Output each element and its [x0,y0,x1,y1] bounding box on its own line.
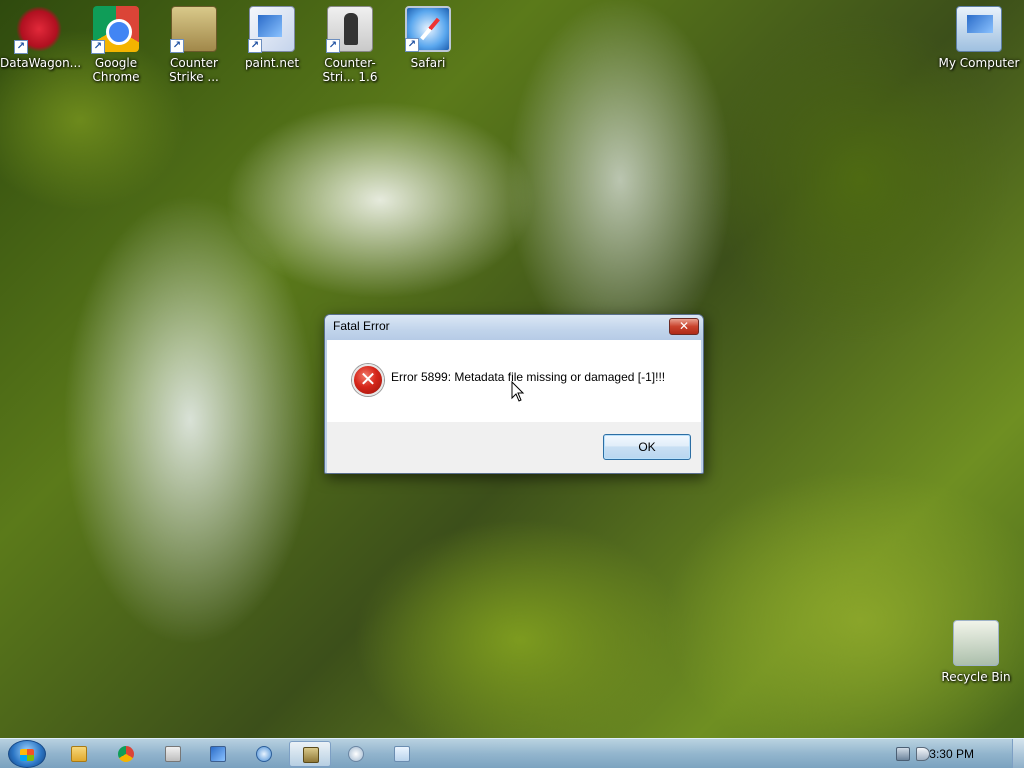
safari-icon: ↗ [405,6,451,52]
taskbar-item-counter-strike-16[interactable] [243,741,285,767]
desktop-icon-label: DataWagon... [0,56,82,70]
paintnet-icon [210,746,226,762]
folder-icon [71,746,87,762]
volume-icon[interactable] [916,747,930,761]
shortcut-arrow-icon: ↗ [91,40,105,54]
clock[interactable]: 3:30 PM [929,747,974,761]
error-icon: ✕ [352,364,384,396]
counter-strike-icon [303,747,319,763]
dialog-titlebar[interactable]: Fatal Error ✕ [325,315,703,340]
taskbar-item-counter-strike[interactable] [152,741,194,767]
shortcut-arrow-icon: ↗ [326,39,340,53]
desktop-icon-counter-strike-16[interactable]: ↗ Counter-Stri... 1.6 [311,0,389,84]
shortcut-arrow-icon: ↗ [405,38,419,52]
chrome-icon: ↗ [91,6,139,54]
desktop-icon-label: Counter Strike ... [169,56,219,84]
error-message: Error 5899: Metadata file missing or dam… [391,370,666,384]
desktop-icon-safari[interactable]: ↗ Safari [389,0,467,70]
desktop-icon-recycle-bin[interactable]: Recycle Bin [936,614,1016,684]
safari-icon [348,746,364,762]
chrome-icon [118,746,134,762]
datawagon-icon: ↗ [14,6,62,54]
shortcut-arrow-icon: ↗ [14,40,28,54]
shortcut-arrow-icon: ↗ [248,39,262,53]
desktop-icon-label: Google Chrome [92,56,140,84]
counter-strike-16-icon [256,746,272,762]
counter-strike-16-icon: ↗ [326,6,373,53]
shortcut-arrow-icon: ↗ [170,39,184,53]
desktop-icon-label: Safari [410,56,446,70]
desktop-icon-label: paint.net [244,56,300,70]
notepad-icon [394,746,410,762]
counter-strike-icon: ↗ [170,6,217,53]
recycle-bin-icon [953,620,999,666]
desktop-icon-my-computer[interactable]: My Computer [936,0,1022,70]
close-icon: ✕ [678,319,690,333]
taskbar-item-active-app[interactable] [289,741,331,767]
ok-button[interactable]: OK [603,434,691,460]
taskbar-item-paint-net[interactable] [197,741,239,767]
start-button[interactable] [8,740,46,768]
my-computer-icon [956,6,1002,52]
taskbar: 3:30 PM [0,738,1024,768]
dialog-title: Fatal Error [333,319,390,333]
system-tray: 3:30 PM [884,739,1024,768]
taskbar-item-google-chrome[interactable] [105,741,147,767]
taskbar-item-notepad[interactable] [381,741,423,767]
desktop-icon-datawagon[interactable]: ↗ DataWagon... [0,0,82,70]
network-icon[interactable] [896,747,910,761]
desktop-icon-label: Recycle Bin [941,670,1011,684]
desktop-icon-label: My Computer [938,56,1020,70]
desktop-icon-label: Counter-Stri... 1.6 [322,56,378,84]
desktop-icon-counter-strike[interactable]: ↗ Counter Strike ... [155,0,233,84]
paintnet-icon: ↗ [248,6,295,53]
taskbar-item-safari[interactable] [335,741,377,767]
taskbar-item-windows-explorer[interactable] [58,741,100,767]
dialog-footer: OK [327,422,701,473]
desktop-icon-paintnet[interactable]: ↗ paint.net [233,0,311,70]
close-button[interactable]: ✕ [669,318,699,335]
counter-strike-icon [165,746,181,762]
desktop-icon-google-chrome[interactable]: ↗ Google Chrome [77,0,155,84]
show-desktop-button[interactable] [1012,739,1024,768]
mouse-cursor-icon [511,380,525,403]
